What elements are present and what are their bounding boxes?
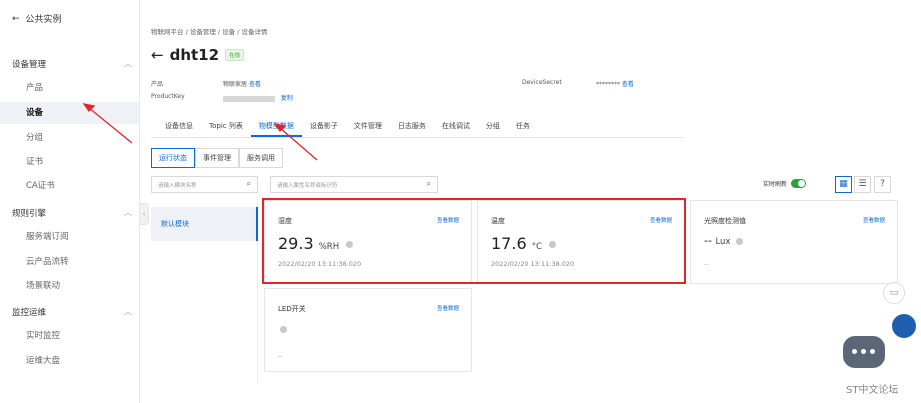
chat-icon[interactable] (843, 336, 885, 368)
annotation-arrow-sidebar (88, 107, 133, 144)
watermark: ST中文论坛 (846, 385, 899, 396)
feedback-icon[interactable]: ▭ (883, 282, 905, 304)
annotation-arrow-tab (279, 127, 318, 161)
assistant-badge[interactable] (892, 314, 916, 338)
annotation-arrows (82, 103, 318, 161)
annotation-arrowhead-sidebar (82, 103, 96, 113)
page: ← 公共实例 设备管理 ︿ 产品 设备 分组 证书 CA证书 规则引擎 ︿ 服务… (0, 0, 921, 403)
annotation-arrowhead-tab (273, 123, 287, 133)
